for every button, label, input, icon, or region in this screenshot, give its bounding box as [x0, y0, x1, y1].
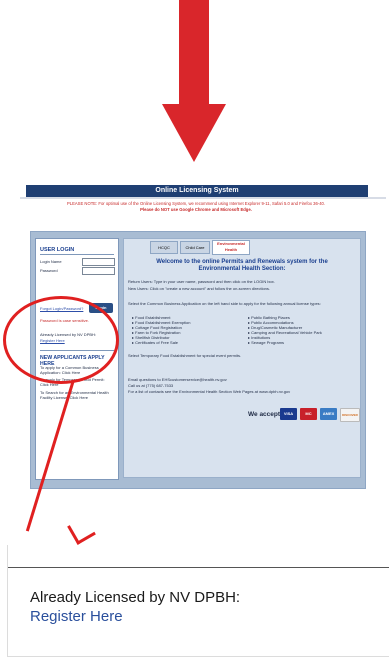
temp-food-text: Select Temporary Food Establishment for …	[128, 353, 242, 358]
contacts-text: For a list of contacts see the Environme…	[128, 389, 291, 394]
zoom-inset: Already Licensed by NV DPBH: Register He…	[7, 545, 389, 657]
license-list-left: ▸ Food Establishment ▸ Food Establishmen…	[132, 315, 191, 345]
license-list-right: ▸ Public Bathing Places ▸ Public Accommo…	[248, 315, 322, 345]
new-users-text: New Users: Click on "create a new accoun…	[128, 286, 271, 291]
welcome-panel: HCQC Child Care Environmental Health Wel…	[123, 238, 361, 478]
password-label: Password	[40, 268, 58, 273]
amex-card-icon: AMEX	[320, 408, 337, 420]
email-text: Email questions to EHScustomerservice@he…	[128, 377, 227, 382]
mastercard-icon: MC	[300, 408, 317, 420]
highlight-oval	[3, 296, 119, 384]
divider	[8, 567, 389, 568]
we-accept-label: We accept:	[248, 411, 283, 418]
tab-hcqc[interactable]: HCQC	[150, 241, 178, 254]
welcome-title: Welcome to the online Permits and Renewa…	[156, 259, 328, 272]
return-users-text: Return Users: Type in your user name, pa…	[128, 279, 275, 284]
tab-child-care[interactable]: Child Care	[180, 241, 210, 254]
zoom-already-licensed-text: Already Licensed by NV DPBH:	[30, 589, 241, 606]
payment-cards: VISA MC AMEX DISCOVER	[280, 408, 360, 422]
password-input[interactable]	[82, 267, 115, 275]
list-item: ▸ Sewage Programs	[248, 340, 285, 345]
call-text: Call us at (775) 687-7533	[128, 383, 174, 388]
zoom-register-here-link[interactable]: Register Here	[30, 608, 123, 625]
browser-notice-line2: Please do NOT use Google Chrome and Micr…	[140, 207, 252, 212]
down-arrow-head-icon	[162, 104, 226, 162]
login-name-label: Login Name	[40, 259, 62, 264]
discover-card-icon: DISCOVER	[340, 408, 360, 422]
down-arrow-shaft	[179, 0, 209, 106]
list-item: ▸ Certificates of Free Sale	[132, 340, 179, 345]
browser-notice: PLEASE NOTE: For optimal use of the Onli…	[6, 201, 386, 213]
user-login-heading: USER LOGIN	[40, 247, 75, 253]
tab-environmental-health[interactable]: Environmental Health	[212, 240, 250, 255]
login-name-input[interactable]	[82, 258, 115, 266]
browser-notice-line1: PLEASE NOTE: For optimal use of the Onli…	[66, 201, 326, 206]
visa-card-icon: VISA	[280, 408, 297, 420]
env-health-search-link[interactable]: To Search for an Environmental Health Fa…	[40, 390, 114, 400]
select-license-text: Select the Common Business Application o…	[128, 301, 321, 306]
divider	[40, 254, 114, 255]
site-title-bar: Online Licensing System	[26, 185, 368, 197]
title-underline	[20, 197, 386, 199]
